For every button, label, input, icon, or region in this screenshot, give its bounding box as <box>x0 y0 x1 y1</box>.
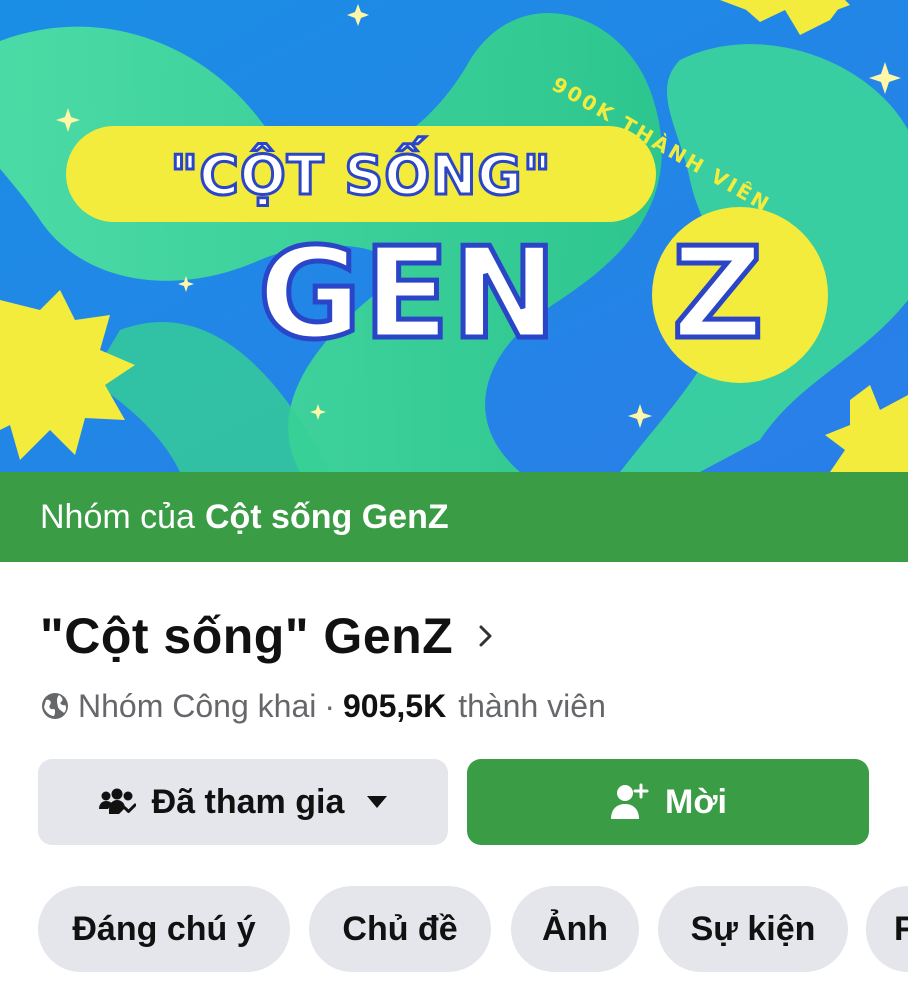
meta-separator: · <box>324 687 335 724</box>
group-title-row[interactable]: "Cột sống" GenZ <box>40 598 497 674</box>
joined-button[interactable]: Đã tham gia <box>38 759 448 845</box>
chevron-right-icon <box>479 625 492 647</box>
globe-icon <box>42 693 68 719</box>
tab-files-partial[interactable]: F <box>866 886 908 972</box>
group-owner-banner[interactable]: Nhóm của Cột sống GenZ <box>0 472 908 562</box>
joined-label: Đã tham gia <box>151 782 345 821</box>
tab-label: Ảnh <box>541 909 609 948</box>
tab-label: Đáng chú ý <box>72 909 256 948</box>
member-count: 905,5K <box>343 687 447 724</box>
banner-prefix: Nhóm của <box>40 497 195 536</box>
tab-topics[interactable]: Chủ đề <box>309 886 491 972</box>
tab-featured[interactable]: Đáng chú ý <box>38 886 290 972</box>
add-person-icon <box>609 783 649 821</box>
banner-group-name: Cột sống GenZ <box>204 497 449 536</box>
privacy-label: Nhóm Công khai <box>78 687 317 724</box>
tab-label: Sự kiện <box>690 909 816 948</box>
cover-pill-text: "CỘT SỐNG" <box>169 142 553 208</box>
tab-label: Chủ đề <box>342 909 458 948</box>
cover-big-letter: Z <box>669 217 765 369</box>
tab-photos[interactable]: Ảnh <box>511 886 639 972</box>
cover-big-text: GEN <box>256 217 560 369</box>
invite-label: Mời <box>665 782 727 821</box>
group-meta: Nhóm Công khai · 905,5K thành viên <box>40 684 606 728</box>
tab-events[interactable]: Sự kiện <box>658 886 848 972</box>
member-label: thành viên <box>458 687 606 724</box>
group-title: "Cột sống" GenZ <box>40 608 454 664</box>
tab-label: F <box>894 909 908 948</box>
caret-down-icon <box>366 795 388 809</box>
people-check-icon <box>98 787 136 817</box>
group-cover-photo[interactable]: "CỘT SỐNG" GEN Z 900K THÀNH VIÊN <box>0 0 908 472</box>
invite-button[interactable]: Mời <box>467 759 869 845</box>
